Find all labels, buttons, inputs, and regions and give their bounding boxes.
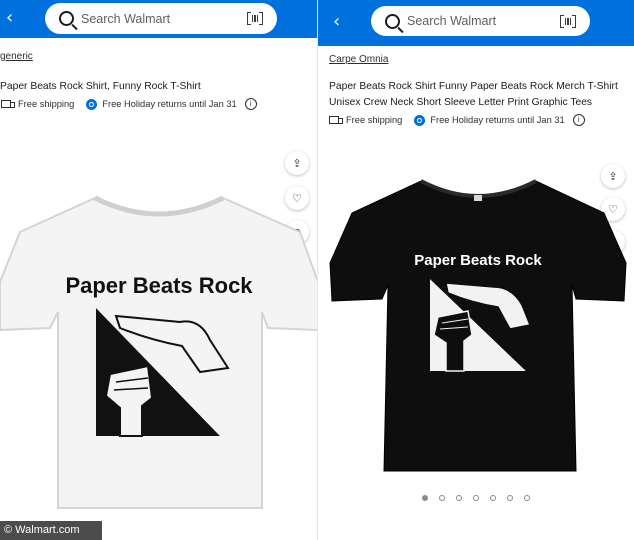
carousel-dot[interactable] [490, 495, 496, 501]
left-screenshot: ‹ Search Walmart generic Paper Beats Roc… [0, 0, 318, 540]
shipping-label: Free shipping [18, 99, 75, 109]
truck-icon [329, 116, 343, 124]
back-arrow-icon[interactable]: ‹ [6, 9, 13, 27]
brand-link[interactable]: Carpe Omnia [329, 54, 388, 65]
right-screenshot: ‹ Search Walmart Carpe Omnia Paper Beats… [318, 0, 634, 540]
product-title: Paper Beats Rock Shirt, Funny Rock T-Shi… [0, 81, 201, 92]
info-icon[interactable]: i [572, 114, 585, 126]
search-icon [59, 11, 74, 26]
shirt-print-text: Paper Beats Rock [414, 252, 542, 269]
product-image-black-shirt[interactable]: Paper Beats Rock [326, 175, 631, 475]
carousel-dot[interactable] [507, 495, 513, 501]
fulfillment-row: Free shipping Free Holiday returns until… [1, 98, 257, 110]
returns-icon [414, 114, 426, 126]
truck-icon [1, 100, 15, 108]
search-placeholder: Search Walmart [81, 11, 171, 26]
shipping-label: Free shipping [346, 115, 403, 125]
product-title-line-2: Unisex Crew Neck Short Sleeve Letter Pri… [329, 97, 593, 108]
returns-icon [86, 98, 98, 110]
carousel-dot[interactable] [439, 495, 445, 501]
carousel-dot[interactable] [524, 495, 530, 501]
product-title-line-1: Paper Beats Rock Shirt Funny Paper Beats… [329, 81, 618, 92]
search-icon [385, 13, 400, 29]
fulfillment-row: Free shipping Free Holiday returns until… [329, 114, 585, 126]
returns-label: Free Holiday returns until Jan 31 [102, 99, 237, 109]
shirt-print-text: Paper Beats Rock [65, 273, 253, 298]
search-bar[interactable]: Search Walmart [371, 6, 590, 36]
carousel-dots [422, 495, 541, 501]
info-icon[interactable]: i [244, 98, 257, 110]
product-image-white-shirt[interactable]: Paper Beats Rock [0, 190, 318, 510]
returns-label: Free Holiday returns until Jan 31 [430, 115, 565, 125]
share-icon[interactable]: ⇪ [285, 151, 309, 175]
search-bar[interactable]: Search Walmart [45, 3, 277, 34]
carousel-dot[interactable] [422, 495, 428, 501]
barcode-scan-icon[interactable] [560, 14, 576, 28]
image-credit: © Walmart.com [0, 521, 102, 540]
carousel-dot[interactable] [456, 495, 462, 501]
top-bar: ‹ Search Walmart [0, 0, 318, 38]
carousel-dot[interactable] [473, 495, 479, 501]
product-title: Paper Beats Rock Shirt Funny Paper Beats… [329, 79, 629, 111]
back-arrow-icon[interactable]: ‹ [333, 13, 340, 31]
top-bar: ‹ Search Walmart [318, 0, 634, 46]
brand-link[interactable]: generic [0, 51, 33, 62]
barcode-scan-icon[interactable] [247, 12, 263, 25]
search-placeholder: Search Walmart [407, 14, 497, 28]
